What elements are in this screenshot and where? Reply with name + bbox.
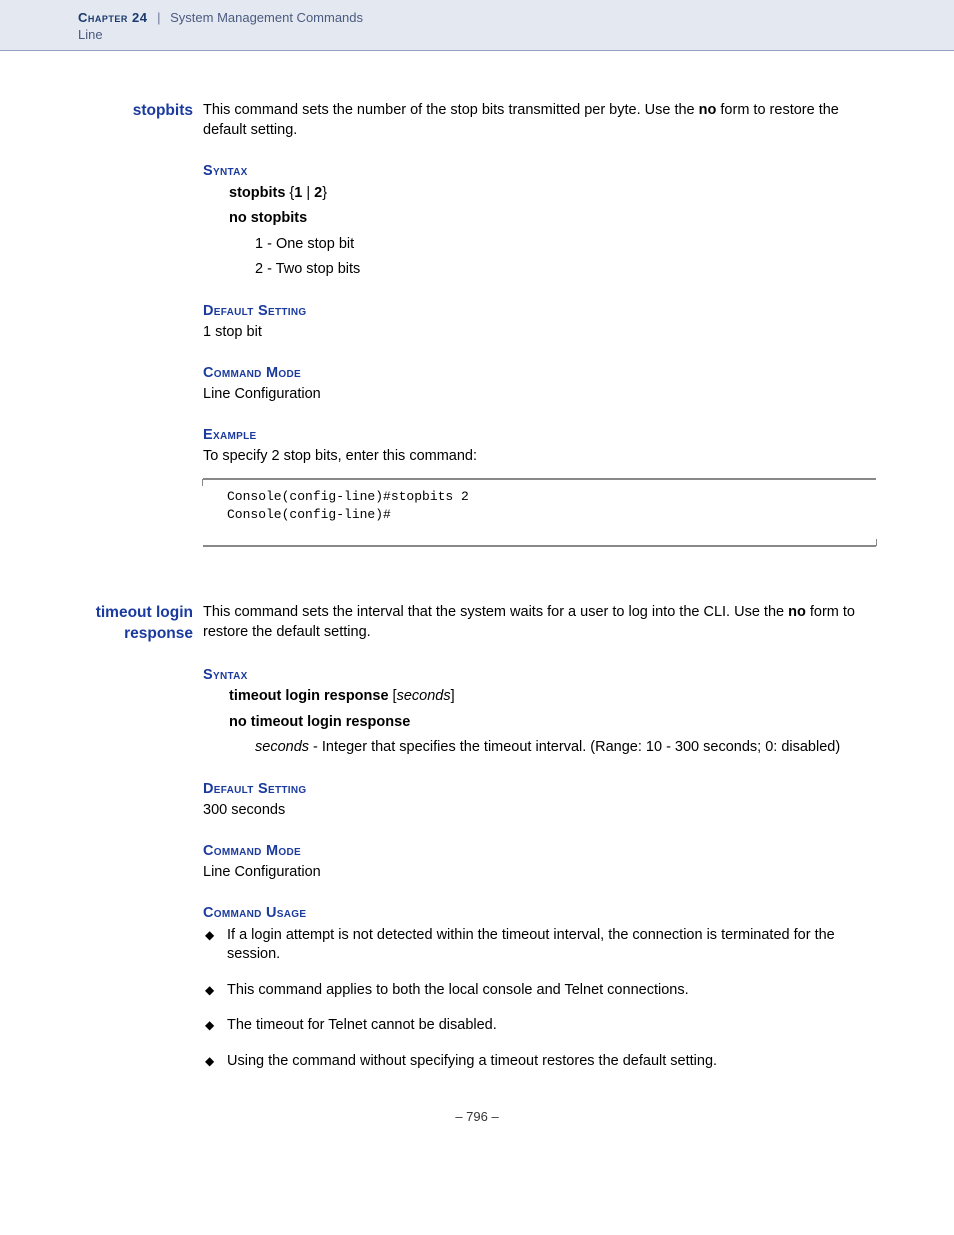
syntax-no-form: no stopbits (229, 209, 876, 229)
syntax-line: timeout login response [seconds] (229, 687, 876, 707)
default-section: Default Setting 1 stop bit (203, 302, 876, 342)
command-timeout-login: timeout login response This command sets… (78, 603, 876, 643)
chapter-label: Chapter 24 (78, 10, 147, 25)
desc-text: This command sets the interval that the … (203, 604, 788, 620)
usage-item: This command applies to both the local c… (203, 981, 876, 1001)
mode-heading: Command Mode (203, 364, 876, 384)
page-number: – 796 – (78, 1108, 876, 1126)
command-desc-stopbits: This command sets the number of the stop… (203, 101, 876, 140)
mode-section: Command Mode Line Configuration (203, 842, 876, 882)
command-stopbits: stopbits This command sets the number of… (78, 101, 876, 140)
desc-text: This command sets the number of the stop… (203, 102, 699, 118)
syntax-heading: Syntax (203, 666, 876, 686)
example-section: Example To specify 2 stop bits, enter th… (203, 426, 876, 547)
mode-section: Command Mode Line Configuration (203, 364, 876, 404)
syntax-bracket: ] (451, 688, 455, 704)
syntax-option: 2 - Two stop bits (255, 260, 876, 280)
default-heading: Default Setting (203, 302, 876, 322)
default-body: 300 seconds (203, 801, 876, 821)
usage-heading: Command Usage (203, 904, 876, 924)
param-desc: - Integer that specifies the timeout int… (309, 739, 840, 755)
code-block: Console(config-line)#stopbits 2 Console(… (203, 478, 876, 547)
default-heading: Default Setting (203, 780, 876, 800)
usage-item: The timeout for Telnet cannot be disable… (203, 1016, 876, 1036)
syntax-args: {1 | 2} (285, 185, 327, 201)
syntax-section: Syntax stopbits {1 | 2} no stopbits 1 - … (203, 162, 876, 280)
header-separator: | (157, 10, 160, 25)
usage-item: If a login attempt is not detected withi… (203, 926, 876, 965)
syntax-heading: Syntax (203, 162, 876, 182)
syntax-no-form: no timeout login response (229, 713, 876, 733)
param-name: seconds (255, 739, 309, 755)
example-body: To specify 2 stop bits, enter this comma… (203, 447, 876, 467)
syntax-cmd: stopbits (229, 185, 285, 201)
syntax-cmd: timeout login response (229, 688, 389, 704)
mode-body: Line Configuration (203, 863, 876, 883)
mode-body: Line Configuration (203, 385, 876, 405)
default-section: Default Setting 300 seconds (203, 780, 876, 820)
usage-section: Command Usage If a login attempt is not … (203, 904, 876, 1071)
command-name-stopbits: stopbits (78, 101, 203, 121)
page-header: Chapter 24 | System Management Commands … (0, 0, 954, 51)
syntax-section: Syntax timeout login response [seconds] … (203, 666, 876, 758)
example-heading: Example (203, 426, 876, 446)
usage-list: If a login attempt is not detected withi… (203, 926, 876, 1072)
syntax-line: stopbits {1 | 2} (229, 184, 876, 204)
usage-item: Using the command without specifying a t… (203, 1052, 876, 1072)
desc-bold: no (699, 102, 717, 118)
header-title: System Management Commands (170, 10, 363, 25)
default-body: 1 stop bit (203, 323, 876, 343)
syntax-param-desc: seconds - Integer that specifies the tim… (255, 738, 876, 758)
mode-heading: Command Mode (203, 842, 876, 862)
syntax-param: seconds (397, 688, 451, 704)
syntax-bracket: [ (389, 688, 397, 704)
command-name-timeout: timeout login response (78, 603, 203, 643)
header-subtitle: Line (78, 27, 954, 42)
desc-bold: no (788, 604, 806, 620)
syntax-option: 1 - One stop bit (255, 235, 876, 255)
header-line-1: Chapter 24 | System Management Commands (78, 10, 954, 25)
page-content: stopbits This command sets the number of… (0, 51, 954, 1125)
command-desc-timeout: This command sets the interval that the … (203, 603, 876, 642)
